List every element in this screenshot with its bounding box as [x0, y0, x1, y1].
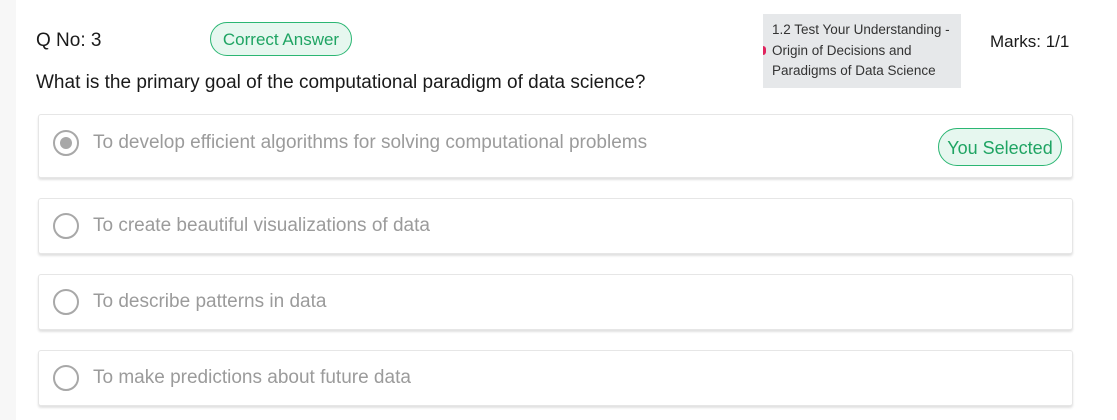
option-label: To create beautiful visualizations of da…	[93, 215, 430, 236]
option-3[interactable]: To describe patterns in data	[38, 274, 1073, 330]
topic-line-3: Paradigms of Data Science	[772, 63, 936, 78]
radio-icon[interactable]	[53, 289, 79, 315]
radio-icon[interactable]	[53, 365, 79, 391]
question-text: What is the primary goal of the computat…	[36, 72, 646, 93]
option-label: To develop efficient algorithms for solv…	[93, 132, 648, 153]
radio-icon[interactable]	[53, 213, 79, 239]
question-panel: Q No: 3 Correct Answer 1.2 Test Your Und…	[16, 0, 1117, 420]
marks-label: Marks: 1/1	[990, 32, 1070, 51]
topic-tag: 1.2 Test Your Understanding - Origin of …	[763, 14, 961, 88]
radio-selected-icon[interactable]	[53, 130, 79, 156]
topic-line-2: Origin of Decisions and	[772, 42, 912, 58]
option-1[interactable]: To develop efficient algorithms for solv…	[38, 114, 1073, 178]
topic-marker-icon	[763, 46, 766, 55]
option-4[interactable]: To make predictions about future data	[38, 350, 1073, 406]
option-label: To describe patterns in data	[93, 291, 327, 312]
you-selected-badge: You Selected	[938, 128, 1062, 166]
option-label: To make predictions about future data	[93, 367, 411, 388]
question-number: Q No: 3	[36, 30, 102, 51]
option-2[interactable]: To create beautiful visualizations of da…	[38, 198, 1073, 254]
topic-line-1: 1.2 Test Your Understanding -	[772, 22, 950, 37]
correct-answer-badge: Correct Answer	[210, 22, 352, 56]
